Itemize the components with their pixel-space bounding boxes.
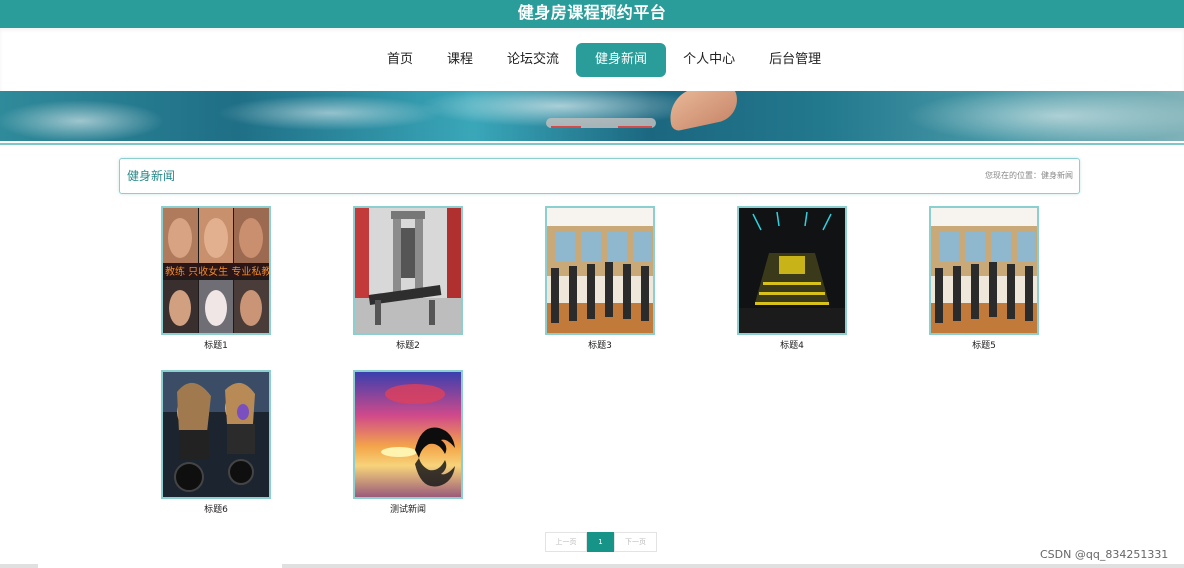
news-caption[interactable]: 标题5 [929,338,1039,351]
main-nav: 首页 课程 论坛交流 健身新闻 个人中心 后台管理 [370,43,838,77]
news-thumbnail-gym-treadmills[interactable] [929,206,1039,335]
horizontal-scrollbar[interactable] [0,564,1184,568]
news-thumbnail-gym-treadmills[interactable] [545,206,655,335]
location-indicator: 您现在的位置：健身新闻 [985,171,1073,180]
nav-item-courses[interactable]: 课程 [430,43,490,77]
navigation-bar: 首页 课程 论坛交流 健身新闻 个人中心 后台管理 [0,28,1184,91]
news-thumbnail-gym-machine[interactable] [353,206,463,335]
prev-page-button[interactable]: 上一页 [545,532,587,552]
pagination: 上一页 1 下一页 [545,532,657,552]
news-card[interactable]: 标题4 [737,206,847,351]
news-card[interactable]: 标题6 [161,370,271,515]
section-title: 健身新闻 [127,169,176,183]
surfer-hand-image [664,91,742,132]
carousel-indicator-1[interactable] [551,126,581,128]
news-thumbnail-dark-gym-hall[interactable] [737,206,847,335]
breadcrumb: 健身新闻 您现在的位置：健身新闻 [119,158,1080,194]
nav-item-admin[interactable]: 后台管理 [752,43,838,77]
site-title: 健身房课程预约平台 [517,3,667,22]
news-caption[interactable]: 标题6 [161,502,271,515]
hero-banner-carousel[interactable] [0,91,1184,141]
news-card[interactable]: 标题5 [929,206,1039,351]
news-caption[interactable]: 标题1 [161,338,271,351]
next-page-button[interactable]: 下一页 [614,532,657,552]
news-caption[interactable]: 标题4 [737,338,847,351]
page-1-button[interactable]: 1 [587,532,614,552]
news-thumbnail-spin-class[interactable] [161,370,271,499]
scrollbar-thumb[interactable] [38,564,282,568]
news-thumbnail-dolphin-sunset[interactable] [353,370,463,499]
nav-item-home[interactable]: 首页 [370,43,430,77]
news-card[interactable]: 测试新闻 [353,370,463,515]
nav-item-personal-center[interactable]: 个人中心 [666,43,752,77]
nav-item-forum[interactable]: 论坛交流 [490,43,576,77]
svg-text:教练 只收女生 专业私教1对: 教练 只收女生 专业私教1对 [165,265,269,278]
news-caption[interactable]: 测试新闻 [353,502,463,515]
news-caption[interactable]: 标题2 [353,338,463,351]
news-card[interactable]: 教练 只收女生 专业私教1对 标题1 [161,206,271,351]
news-card[interactable]: 标题3 [545,206,655,351]
news-caption[interactable]: 标题3 [545,338,655,351]
news-card[interactable]: 标题2 [353,206,463,351]
carousel-indicator-2[interactable] [618,126,652,128]
news-thumbnail-women-collage[interactable]: 教练 只收女生 专业私教1对 [161,206,271,335]
csdn-watermark: CSDN @qq_834251331 [1040,548,1169,561]
section-divider [0,143,1184,145]
nav-item-fitness-news[interactable]: 健身新闻 [576,43,667,77]
